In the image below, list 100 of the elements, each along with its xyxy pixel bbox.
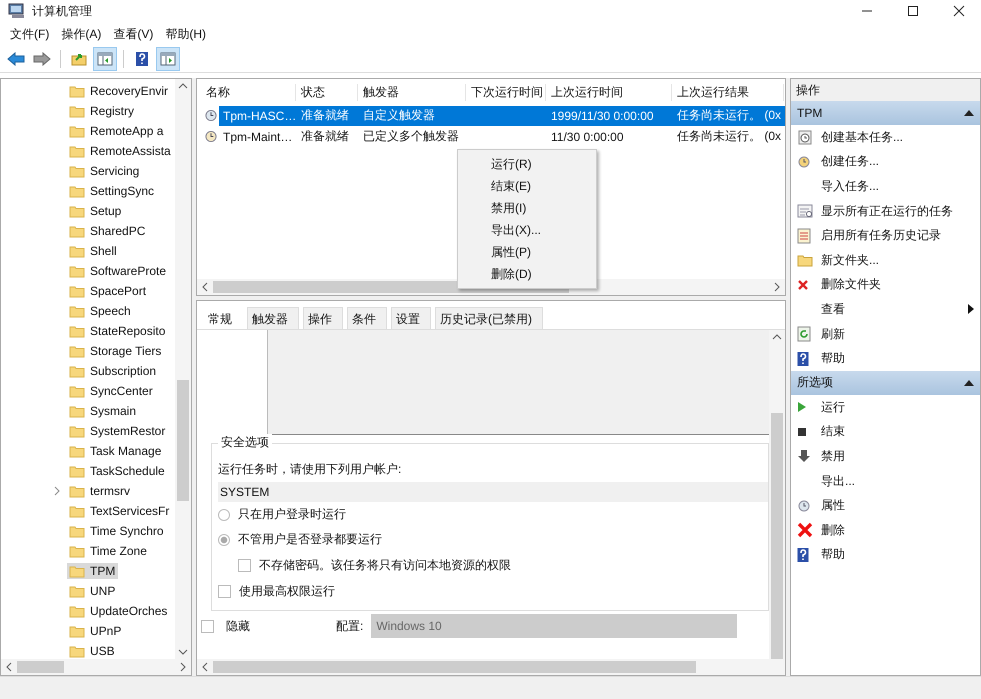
scroll-right-icon[interactable] bbox=[179, 662, 187, 672]
tab[interactable]: 条件 bbox=[347, 307, 387, 329]
table-row[interactable]: Tpm-Maint… 准备就绪 已定义多个触发器 11/30 0:00:00 任务尚未运行。 (0x bbox=[219, 126, 785, 146]
radio-button[interactable] bbox=[218, 508, 230, 520]
radio-button[interactable] bbox=[218, 534, 230, 546]
tree-item[interactable]: TaskSchedule bbox=[67, 463, 168, 479]
tree-item[interactable]: RemoteAssista bbox=[67, 143, 174, 159]
action-item[interactable]: 帮助 bbox=[791, 542, 980, 568]
action-item[interactable]: 查看 bbox=[791, 297, 980, 322]
column-header[interactable]: 下次运行时间 bbox=[466, 84, 546, 100]
column-header[interactable]: 状态 bbox=[296, 84, 358, 100]
scroll-right-icon[interactable] bbox=[773, 282, 781, 292]
tree-item[interactable]: Task Manage bbox=[67, 443, 164, 459]
column-header[interactable]: 触发器 bbox=[358, 84, 466, 100]
action-item[interactable]: 删除文件夹 bbox=[791, 272, 980, 298]
scroll-left-icon[interactable] bbox=[201, 282, 209, 292]
tree-item[interactable]: UPnP bbox=[67, 623, 124, 639]
tab[interactable]: 触发器 bbox=[247, 307, 299, 329]
tree-item[interactable]: StateReposito bbox=[67, 323, 168, 339]
tree-item[interactable]: RecoveryEnvir bbox=[67, 83, 172, 99]
tree-item[interactable]: Storage Tiers bbox=[67, 343, 164, 359]
tree-item[interactable]: Time Synchro bbox=[67, 523, 167, 539]
action-item[interactable]: 显示所有正在运行的任务 bbox=[791, 198, 980, 224]
pane-icon bbox=[160, 52, 176, 66]
context-menu-item[interactable]: 属性(P) bbox=[458, 241, 596, 263]
checkbox[interactable] bbox=[201, 620, 214, 632]
action-item[interactable]: 禁用 bbox=[791, 444, 980, 469]
close-icon bbox=[797, 278, 809, 291]
tree-item[interactable]: Subscription bbox=[67, 363, 160, 379]
tree-item[interactable]: SyncCenter bbox=[67, 383, 156, 399]
menu-item[interactable]: 查看(V) bbox=[107, 24, 160, 44]
tree-item[interactable]: USB bbox=[67, 643, 118, 659]
tab[interactable]: 历史记录(已禁用) bbox=[435, 307, 543, 329]
tree-item[interactable]: Speech bbox=[67, 303, 134, 319]
scroll-left-icon[interactable] bbox=[5, 662, 13, 672]
scrollbar-thumb[interactable] bbox=[771, 413, 783, 659]
action-item[interactable]: 删除 bbox=[791, 518, 980, 542]
menu-item[interactable]: 帮助(H) bbox=[159, 24, 212, 44]
action-item[interactable]: 导出... bbox=[791, 468, 980, 494]
maximize-icon[interactable] bbox=[907, 5, 919, 17]
tab[interactable]: 操作 bbox=[303, 307, 343, 329]
action-item[interactable]: 帮助 bbox=[791, 346, 980, 371]
column-header[interactable]: 名称 bbox=[201, 84, 296, 100]
section-header[interactable]: 所选项 bbox=[791, 370, 980, 395]
tree-item[interactable]: Sysmain bbox=[67, 403, 140, 419]
toolbar-button[interactable] bbox=[93, 47, 117, 71]
menu-item[interactable]: 操作(A) bbox=[55, 24, 108, 44]
context-menu-item[interactable]: 运行(R) bbox=[458, 153, 596, 175]
menu-item[interactable]: 文件(F) bbox=[4, 24, 56, 44]
scrollbar-thumb[interactable] bbox=[17, 661, 64, 673]
action-item[interactable]: 创建任务... bbox=[791, 150, 980, 174]
action-item[interactable]: 刷新 bbox=[791, 322, 980, 346]
context-menu-item[interactable]: 导出(X)... bbox=[458, 219, 596, 241]
action-item[interactable]: 运行 bbox=[791, 394, 980, 420]
action-item[interactable]: 新文件夹... bbox=[791, 248, 980, 273]
tree-item[interactable]: Time Zone bbox=[67, 543, 150, 559]
tree-item[interactable]: TextServicesFr bbox=[67, 503, 172, 519]
tree-item[interactable]: SoftwareProte bbox=[67, 263, 170, 279]
scrollbar-thumb[interactable] bbox=[213, 661, 696, 673]
action-item[interactable]: 启用所有任务历史记录 bbox=[791, 223, 980, 248]
checkbox[interactable] bbox=[218, 585, 231, 598]
column-header[interactable]: 上次运行结果 bbox=[672, 84, 784, 100]
folder-icon bbox=[69, 284, 85, 298]
expand-chevron-icon[interactable] bbox=[53, 486, 61, 496]
tab[interactable]: 设置 bbox=[391, 307, 431, 329]
tree-item[interactable]: TPM bbox=[67, 563, 118, 579]
context-menu-item[interactable]: 删除(D) bbox=[458, 263, 596, 285]
context-menu-item[interactable]: 结束(E) bbox=[458, 175, 596, 197]
scroll-left-icon[interactable] bbox=[201, 662, 209, 672]
tree-item[interactable]: UpdateOrches bbox=[67, 603, 170, 619]
tree-item[interactable]: SettingSync bbox=[67, 183, 158, 199]
tree-item[interactable]: Registry bbox=[67, 103, 138, 119]
checkbox[interactable] bbox=[238, 559, 251, 572]
folder-icon bbox=[69, 264, 85, 278]
action-item[interactable]: 属性 bbox=[791, 493, 980, 518]
context-menu-item[interactable]: 禁用(I) bbox=[458, 197, 596, 219]
table-row[interactable]: Tpm-HASC… 准备就绪 自定义触发器 1999/11/30 0:00:00 任务尚未运行。 (0x bbox=[219, 106, 785, 126]
action-item[interactable]: 结束 bbox=[791, 420, 980, 444]
tree-item[interactable]: SpacePort bbox=[67, 283, 150, 299]
action-item[interactable]: 创建基本任务... bbox=[791, 125, 980, 150]
scroll-down-icon[interactable] bbox=[178, 648, 188, 656]
column-header[interactable]: 上次运行时间 bbox=[546, 84, 672, 100]
collapse-arrow-icon bbox=[964, 380, 974, 386]
toolbar-button[interactable] bbox=[156, 47, 180, 71]
tree-item[interactable]: SystemRestor bbox=[67, 423, 168, 439]
close-icon[interactable] bbox=[953, 5, 965, 17]
tree-item[interactable]: SharedPC bbox=[67, 223, 148, 239]
action-item[interactable]: 导入任务... bbox=[791, 174, 980, 199]
tree-item[interactable]: RemoteApp a bbox=[67, 123, 166, 139]
scroll-up-icon[interactable] bbox=[772, 333, 782, 341]
tree-item[interactable]: Setup bbox=[67, 203, 124, 219]
scrollbar-thumb[interactable] bbox=[177, 380, 189, 502]
scroll-up-icon[interactable] bbox=[178, 82, 188, 90]
tree-item[interactable]: Servicing bbox=[67, 163, 142, 179]
section-header[interactable]: TPM bbox=[791, 101, 980, 125]
tree-item[interactable]: termsrv bbox=[67, 483, 133, 499]
tree-item[interactable]: UNP bbox=[67, 583, 118, 599]
tree-item[interactable]: Shell bbox=[67, 243, 120, 259]
folder-icon bbox=[69, 244, 85, 258]
description-field[interactable] bbox=[267, 330, 769, 435]
